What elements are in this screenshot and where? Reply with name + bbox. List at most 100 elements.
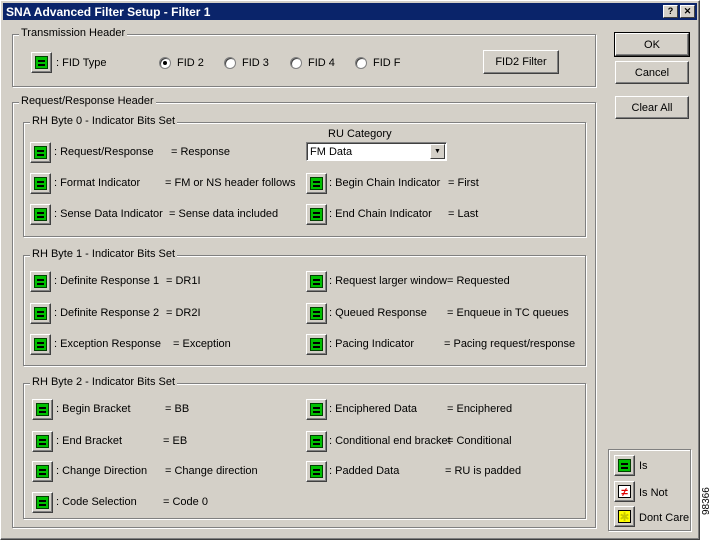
begin-chain-label: : Begin Chain Indicator [329,177,441,189]
enciphered-data-label: : Enciphered Data [329,403,418,415]
conditional-end-bracket-value: = Conditional [447,435,512,447]
exception-response-toggle[interactable] [30,334,51,355]
begin-chain-value: = First [448,177,479,189]
legend-is-icon [614,455,635,476]
request-response-label: : Request/Response [54,146,154,158]
equals-icon [36,403,49,416]
end-bracket-value: = EB [163,435,188,447]
queued-response-label: : Queued Response [329,307,427,319]
begin-bracket-label: : Begin Bracket [56,403,131,415]
ok-button[interactable]: OK [614,32,690,57]
rh-byte0-title: RH Byte 0 - Indicator Bits Set [30,115,178,127]
end-chain-label: : End Chain Indicator [329,208,432,220]
padded-data-value: = RU is padded [445,465,522,477]
enciphered-data-value: = Enciphered [447,403,513,415]
equals-icon [310,177,323,190]
equals-icon [36,435,49,448]
cancel-button[interactable]: Cancel [615,61,689,84]
fidf-label: FID F [373,57,401,69]
padded-data-label: : Padded Data [329,465,400,477]
equals-icon [310,208,323,221]
definite-response-1-toggle[interactable] [30,271,51,292]
end-bracket-toggle[interactable] [32,431,53,452]
equals-icon [310,338,323,351]
equals-icon [310,275,323,288]
fid4-label: FID 4 [308,57,335,69]
pacing-indicator-toggle[interactable] [306,334,327,355]
equals-icon [35,56,48,69]
equals-icon [310,435,323,448]
end-chain-value: = Last [448,208,479,220]
request-response-toggle[interactable] [30,142,51,163]
enciphered-data-toggle[interactable] [306,399,327,420]
legend-is-not-label: Is Not [639,487,668,499]
chevron-down-icon[interactable]: ▼ [430,144,445,159]
format-indicator-label: : Format Indicator [54,177,141,189]
rh-byte1-title: RH Byte 1 - Indicator Bits Set [30,248,178,260]
end-bracket-label: : End Bracket [56,435,123,447]
equals-icon [34,307,47,320]
equals-icon [36,496,49,509]
definite-response-1-label: : Definite Response 1 [54,275,160,287]
code-selection-label: : Code Selection [56,496,137,508]
fid2-radio[interactable] [159,57,171,69]
padded-data-toggle[interactable] [306,461,327,482]
legend-is-label: Is [639,460,648,472]
begin-bracket-value: = BB [165,403,190,415]
request-larger-window-toggle[interactable] [306,271,327,292]
title-bar: SNA Advanced Filter Setup - Filter 1 ? ✕ [3,3,697,20]
equals-icon [310,465,323,478]
conditional-end-bracket-label: : Conditional end bracket [329,435,451,447]
format-indicator-value: = FM or NS header follows [165,177,296,189]
transmission-header-title: Transmission Header [19,27,128,39]
pacing-indicator-value: = Pacing request/response [444,338,576,350]
close-button[interactable]: ✕ [680,5,695,18]
change-direction-value: = Change direction [165,465,258,477]
equals-icon [34,146,47,159]
fidf-radio[interactable] [355,57,367,69]
legend-dont-care-label: Dont Care [639,512,690,524]
equals-icon [310,307,323,320]
fid4-radio[interactable] [290,57,302,69]
help-button[interactable]: ? [663,5,678,18]
equals-icon [34,275,47,288]
definite-response-2-toggle[interactable] [30,303,51,324]
fid3-radio[interactable] [224,57,236,69]
equals-icon [618,459,631,472]
begin-bracket-toggle[interactable] [32,399,53,420]
equals-icon [34,338,47,351]
request-response-value: = Response [171,146,231,158]
begin-chain-toggle[interactable] [306,173,327,194]
pacing-indicator-label: : Pacing Indicator [329,338,414,350]
not-equal-icon: ≠ [618,485,631,498]
format-indicator-toggle[interactable] [30,173,51,194]
fid2-label: FID 2 [177,57,204,69]
conditional-end-bracket-toggle[interactable] [306,431,327,452]
ru-category-select[interactable]: FM Data ▼ [306,142,447,161]
request-response-title: Request/Response Header [19,95,156,107]
exception-response-value: = Exception [173,338,231,350]
end-chain-toggle[interactable] [306,204,327,225]
fid3-label: FID 3 [242,57,269,69]
legend-is-not-icon: ≠ [614,481,635,502]
request-larger-window-value: = Requested [447,275,510,287]
filter-setup-dialog: SNA Advanced Filter Setup - Filter 1 ? ✕… [0,0,700,540]
queued-response-toggle[interactable] [306,303,327,324]
equals-icon [34,208,47,221]
code-selection-toggle[interactable] [32,492,53,513]
request-larger-window-label: : Request larger window [329,275,448,287]
exception-response-label: : Exception Response [54,338,162,350]
change-direction-toggle[interactable] [32,461,53,482]
fid2-filter-button[interactable]: FID2 Filter [483,50,559,74]
equals-icon [34,177,47,190]
asterisk-icon: ✱ [618,509,631,524]
code-selection-value: = Code 0 [163,496,208,508]
change-direction-label: : Change Direction [56,465,148,477]
clear-all-button[interactable]: Clear All [615,96,689,119]
rh-byte2-title: RH Byte 2 - Indicator Bits Set [30,376,178,388]
sense-data-toggle[interactable] [30,204,51,225]
sense-data-value: = Sense data included [169,208,279,220]
fid-type-label: : FID Type [56,57,107,69]
equals-icon [36,465,49,478]
fid-type-filter-toggle[interactable] [31,52,52,73]
